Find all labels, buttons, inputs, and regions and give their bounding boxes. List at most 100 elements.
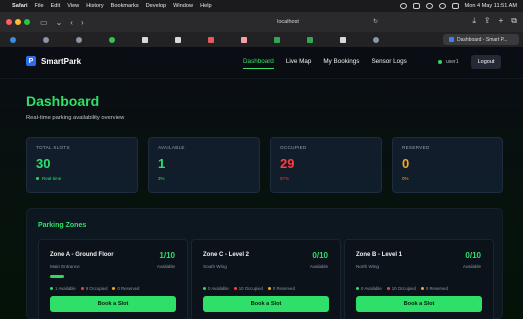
search-icon[interactable] bbox=[438, 3, 446, 9]
app-page: P SmartPark Dashboard Live Map My Bookin… bbox=[0, 47, 523, 319]
download-icon[interactable]: ⤓ bbox=[472, 16, 476, 26]
share-icon[interactable]: ⇪ bbox=[484, 16, 491, 26]
address-bar[interactable]: localhost ↻ bbox=[188, 15, 388, 28]
tab-bar: Dashboard - Smart P... bbox=[0, 32, 523, 47]
stat-value: 0 bbox=[402, 156, 410, 171]
page-subtitle: Real-time parking availability overview bbox=[26, 115, 125, 121]
new-tab-icon[interactable]: + bbox=[499, 16, 504, 26]
menubar-datetime[interactable]: Mon 4 May 11:51 AM bbox=[465, 3, 517, 9]
online-status-icon bbox=[438, 60, 442, 64]
stat-note: Real-time bbox=[36, 176, 128, 181]
zone-available-label: Available bbox=[156, 264, 175, 269]
stat-label: RESERVED bbox=[402, 145, 430, 150]
tab-favicon-icon[interactable] bbox=[274, 36, 280, 43]
logout-button[interactable]: Logout bbox=[471, 55, 501, 69]
stat-label: OCCUPIED bbox=[280, 145, 307, 150]
stat-note: 97% bbox=[280, 176, 290, 181]
menu-develop[interactable]: Develop bbox=[146, 3, 167, 9]
browser-toolbar: ▭ ⌄ ‹ › localhost ↻ ⤓ ⇪ + ⧉ bbox=[0, 12, 523, 32]
back-arrow-icon[interactable]: ‹ bbox=[70, 18, 73, 27]
zone-legend: 0 Available 10 Occupied 0 Reserved bbox=[203, 286, 295, 291]
page-title: Dashboard bbox=[26, 93, 100, 109]
zone-count: 0/10 bbox=[312, 251, 328, 260]
menu-view[interactable]: View bbox=[67, 3, 79, 9]
menu-safari[interactable]: Safari bbox=[12, 3, 28, 9]
tab-favicon-icon bbox=[449, 37, 454, 42]
zone-available-label: Available bbox=[462, 264, 481, 269]
stat-note: 3% bbox=[158, 176, 165, 181]
tab-favicon-icon[interactable] bbox=[241, 36, 247, 43]
brand-name: SmartPark bbox=[41, 56, 82, 66]
legend-reserved: 0 Reserved bbox=[420, 286, 448, 291]
zone-location: North Wing bbox=[356, 264, 379, 269]
nav-dashboard[interactable]: Dashboard bbox=[243, 58, 274, 69]
top-navbar: P SmartPark Dashboard Live Map My Bookin… bbox=[0, 47, 523, 79]
nav-live-map[interactable]: Live Map bbox=[286, 58, 312, 69]
user-indicator: user1 bbox=[438, 59, 459, 65]
zone-location: South Wing bbox=[203, 264, 227, 269]
chevron-down-icon[interactable]: ⌄ bbox=[56, 18, 63, 27]
zone-available-label: Available bbox=[309, 264, 328, 269]
book-slot-button[interactable]: Book a Slot bbox=[356, 296, 482, 312]
forward-arrow-icon[interactable]: › bbox=[81, 18, 84, 27]
menu-window[interactable]: Window bbox=[173, 3, 193, 9]
menu-history[interactable]: History bbox=[86, 3, 103, 9]
screen-record-icon[interactable] bbox=[399, 3, 407, 9]
active-tab[interactable]: Dashboard - Smart P... bbox=[443, 34, 519, 45]
stat-value: 30 bbox=[36, 156, 51, 171]
tab-favicon-icon[interactable] bbox=[76, 36, 82, 43]
zone-name: Zone A - Ground Floor bbox=[50, 252, 114, 258]
tab-favicon-icon[interactable] bbox=[208, 36, 214, 43]
window-controls bbox=[6, 19, 30, 25]
stat-card-total: TOTAL SLOTS 30 Real-time bbox=[26, 137, 138, 193]
legend-reserved: 0 Reserved bbox=[267, 286, 295, 291]
tab-favicon-icon[interactable] bbox=[307, 36, 313, 43]
tab-favicon-icon[interactable] bbox=[142, 36, 148, 43]
stat-label: TOTAL SLOTS bbox=[36, 145, 70, 150]
parking-logo-icon: P bbox=[26, 56, 36, 66]
legend-occupied: 9 Occupied bbox=[80, 286, 107, 291]
legend-reserved: 0 Reserved bbox=[112, 286, 139, 291]
stat-note: 0% bbox=[402, 176, 409, 181]
tab-favicon-icon[interactable] bbox=[109, 36, 115, 43]
tab-favicon-icon[interactable] bbox=[10, 36, 16, 43]
tab-favicon-icon[interactable] bbox=[340, 36, 346, 43]
brand-logo[interactable]: P SmartPark bbox=[26, 56, 81, 66]
menu-file[interactable]: File bbox=[35, 3, 44, 9]
wifi-icon[interactable] bbox=[425, 3, 433, 9]
zone-card-a: Zone A - Ground Floor Main Entrance 1/10… bbox=[38, 239, 188, 319]
minimize-window-button[interactable] bbox=[15, 19, 21, 25]
menubar-status-area: Mon 4 May 11:51 AM bbox=[399, 3, 517, 9]
battery-icon[interactable] bbox=[412, 3, 420, 9]
menu-edit[interactable]: Edit bbox=[51, 3, 61, 9]
macos-menubar: Safari File Edit View History Bookmarks … bbox=[0, 0, 523, 12]
active-tab-title: Dashboard - Smart P... bbox=[457, 36, 508, 43]
stat-value: 1 bbox=[158, 156, 166, 171]
zones-title: Parking Zones bbox=[38, 222, 87, 229]
tab-overview-icon[interactable]: ⧉ bbox=[511, 16, 517, 26]
control-center-icon[interactable] bbox=[451, 3, 459, 9]
tab-favicon-icon[interactable] bbox=[43, 36, 49, 43]
tab-favicon-icon[interactable] bbox=[175, 36, 181, 43]
reload-icon[interactable]: ↻ bbox=[373, 18, 378, 25]
zone-legend: 0 Available 10 Occupied 0 Reserved bbox=[356, 286, 448, 291]
book-slot-button[interactable]: Book a Slot bbox=[50, 296, 176, 312]
close-window-button[interactable] bbox=[6, 19, 12, 25]
zone-location: Main Entrance bbox=[50, 264, 80, 269]
stat-label: AVAILABLE bbox=[158, 145, 185, 150]
legend-available: 1 Available bbox=[50, 286, 76, 291]
zoom-window-button[interactable] bbox=[24, 19, 30, 25]
zone-count: 0/10 bbox=[465, 251, 481, 260]
zone-name: Zone B - Level 1 bbox=[356, 252, 403, 258]
book-slot-button[interactable]: Book a Slot bbox=[203, 296, 329, 312]
tab-favicon-icon[interactable] bbox=[373, 36, 379, 43]
sidebar-toggle-icon[interactable]: ▭ bbox=[40, 18, 48, 27]
menu-help[interactable]: Help bbox=[200, 3, 212, 9]
username: user1 bbox=[446, 59, 459, 65]
legend-occupied: 10 Occupied bbox=[233, 286, 263, 291]
menu-bookmarks[interactable]: Bookmarks bbox=[111, 3, 139, 9]
zone-availability-bar bbox=[50, 275, 64, 278]
nav-my-bookings[interactable]: My Bookings bbox=[323, 58, 359, 69]
zone-card-b: Zone B - Level 1 North Wing 0/10 Availab… bbox=[344, 239, 494, 319]
nav-sensor-logs[interactable]: Sensor Logs bbox=[371, 58, 406, 69]
